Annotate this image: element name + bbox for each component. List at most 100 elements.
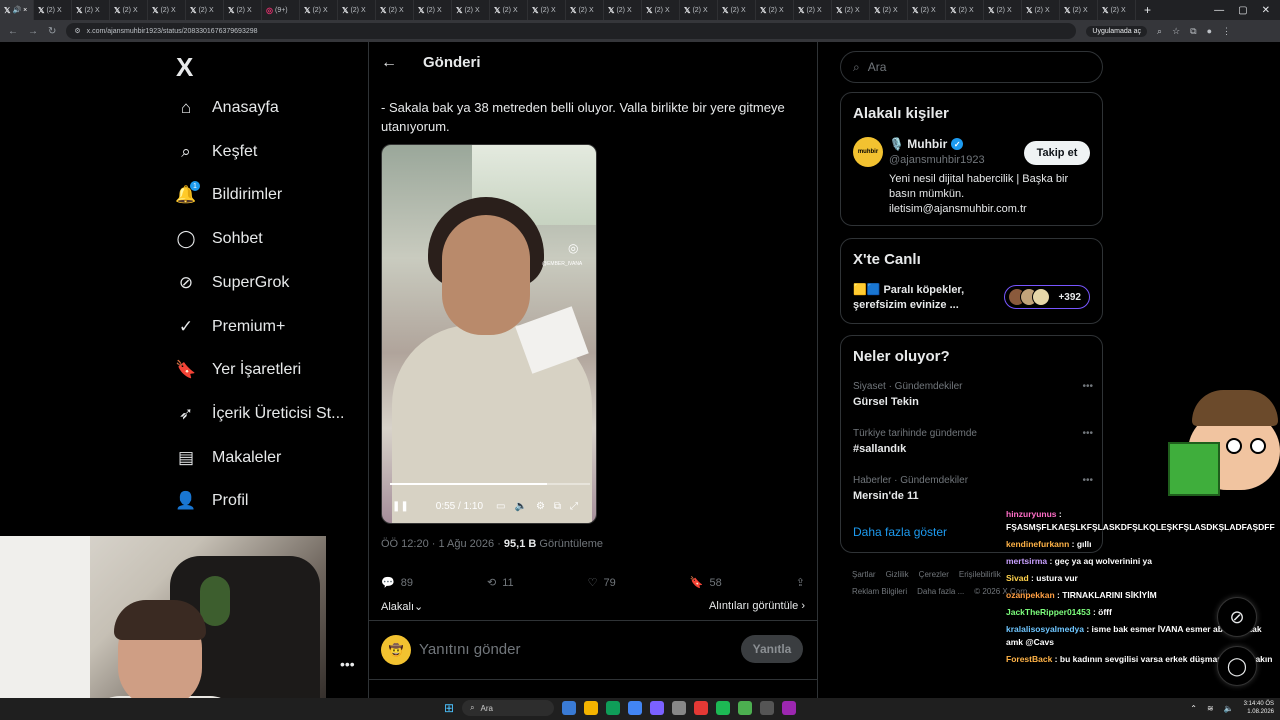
repost-action[interactable]: ⟲ 11 (487, 576, 514, 590)
zoom-icon[interactable]: ⌕ (1157, 26, 1162, 37)
footer-link[interactable]: Reklam Bilgileri (852, 587, 907, 596)
nav-item-anasayfa[interactable]: ⌂ Anasayfa (176, 98, 279, 118)
post-video[interactable]: ◎ @EMBER_IVANA ❚❚ 0:55 / 1:10 ▭ 🔈 ⚙ ⧉ ⤢ (381, 144, 597, 524)
x-home-logo[interactable]: X (176, 52, 193, 83)
nav-item-makaleler[interactable]: ▤ Makaleler (176, 448, 281, 468)
nav-item-supergrok[interactable]: ⊘ SuperGrok (176, 273, 290, 293)
address-bar[interactable]: ⚙ x.com/ajansmuhbir1923/status/208330167… (66, 23, 1077, 39)
more-options-icon[interactable]: ••• (340, 656, 355, 672)
browser-tab[interactable]: 𝕏 (2) X (718, 0, 756, 20)
taskbar-app-icon[interactable] (694, 701, 709, 715)
browser-tab[interactable]: 𝕏 (2) X (34, 0, 72, 20)
reply-action[interactable]: 💬 89 (381, 576, 413, 590)
taskbar-app-icon[interactable] (672, 701, 687, 715)
browser-tab[interactable]: 𝕏 (2) X (1098, 0, 1136, 20)
footer-link[interactable]: Şartlar (852, 570, 876, 579)
show-more-link[interactable]: Daha fazla göster (853, 525, 947, 539)
browser-tab[interactable]: 𝕏 (2) X (756, 0, 794, 20)
browser-tab[interactable]: 𝕏 (2) X (832, 0, 870, 20)
browser-tab[interactable]: 𝕏 (2) X (566, 0, 604, 20)
account-avatar[interactable]: muhbir (853, 137, 883, 167)
footer-link[interactable]: Çerezler (919, 570, 949, 579)
browser-tab[interactable]: 𝕏 (2) X (452, 0, 490, 20)
nav-item-premium-[interactable]: ✓ Premium+ (176, 317, 285, 337)
video-progress-bar[interactable] (390, 483, 590, 485)
pip-icon[interactable]: ⧉ (554, 501, 561, 512)
user-avatar[interactable]: 🤠 (381, 635, 411, 665)
browser-tab[interactable]: 𝕏 (2) X (1022, 0, 1060, 20)
browser-tab[interactable]: 𝕏 (2) X (148, 0, 186, 20)
browser-tab[interactable]: 𝕏 (2) X (224, 0, 262, 20)
minimize-icon[interactable]: — (1214, 5, 1224, 16)
browser-tab[interactable]: 𝕏 (2) X (414, 0, 452, 20)
post-timestamp[interactable]: ÖÖ 12:20 · 1 Ağu 2026 · (381, 538, 504, 550)
browser-tab[interactable]: 𝕏 (2) X (186, 0, 224, 20)
live-space-title[interactable]: 🟨🟦 Paralı köpekler, şerefsizim evinize .… (853, 283, 993, 313)
volume-tray-icon[interactable]: 🔈 (1224, 704, 1234, 713)
browser-tab-active[interactable]: 𝕏 🔊 × (0, 0, 34, 20)
follow-button[interactable]: Takip et (1024, 141, 1090, 165)
browser-tab[interactable]: ◎ (9+) (262, 0, 300, 20)
trend-more-icon[interactable]: ••• (1082, 475, 1093, 486)
back-nav-icon[interactable]: ← (8, 26, 18, 37)
reply-input[interactable]: Yanıtını gönder (419, 641, 520, 658)
taskbar-app-icon[interactable] (606, 701, 621, 715)
fullscreen-icon[interactable]: ⤢ (570, 501, 578, 512)
account-handle[interactable]: @ajansmuhbir1923 (889, 154, 985, 166)
trend-item[interactable]: Haberler · Gündemdekiler Mersin'de 11 ••• (853, 475, 1093, 502)
wifi-icon[interactable]: ≋ (1207, 704, 1214, 713)
nav-item-i-erik-reticisi-st-[interactable]: ➶ İçerik Üreticisi St... (176, 404, 345, 424)
taskbar-app-icon[interactable] (760, 701, 775, 715)
browser-tab[interactable]: 𝕏 (2) X (376, 0, 414, 20)
menu-kebab-icon[interactable]: ⋮ (1222, 26, 1231, 37)
taskbar-app-icon[interactable] (584, 701, 599, 715)
taskbar-app-icon[interactable] (628, 701, 643, 715)
new-tab-icon[interactable]: + (1136, 3, 1159, 17)
account-name[interactable]: 🎙️ Muhbir ✓ (889, 137, 964, 151)
taskbar-app-icon[interactable] (562, 701, 577, 715)
bookmark-action[interactable]: 🔖 58 (690, 576, 722, 590)
windows-start-icon[interactable]: ⊞ (444, 701, 454, 715)
trend-more-icon[interactable]: ••• (1082, 381, 1093, 392)
browser-tab[interactable]: 𝕏 (2) X (528, 0, 566, 20)
live-listeners-badge[interactable]: +392 (1004, 285, 1090, 309)
close-window-icon[interactable]: ✕ (1262, 5, 1270, 16)
back-arrow-icon[interactable]: ← (381, 54, 397, 72)
share-action[interactable]: ⇪ (796, 576, 805, 589)
trend-more-icon[interactable]: ••• (1082, 428, 1093, 439)
browser-tab[interactable]: 𝕏 (2) X (338, 0, 376, 20)
nav-item-profil[interactable]: 👤 Profil (175, 491, 248, 511)
search-input[interactable]: ⌕ Ara (840, 51, 1103, 83)
site-info-icon[interactable]: ⚙ (74, 27, 80, 35)
extensions-icon[interactable]: ⧉ (1190, 26, 1196, 37)
browser-tab[interactable]: 𝕏 (2) X (946, 0, 984, 20)
browser-tab[interactable]: 𝕏 (2) X (680, 0, 718, 20)
nav-item-yer-i-aretleri[interactable]: 🔖 Yer İşaretleri (175, 360, 301, 380)
browser-tab[interactable]: 𝕏 (2) X (908, 0, 946, 20)
reply-button[interactable]: Yanıtla (741, 635, 803, 663)
taskbar-clock[interactable]: 3:14:40 ÖS 1.08.2026 (1244, 700, 1274, 716)
taskbar-app-icon[interactable] (650, 701, 665, 715)
forward-nav-icon[interactable]: → (28, 26, 38, 37)
browser-tab[interactable]: 𝕏 (2) X (642, 0, 680, 20)
grok-fab-icon[interactable]: ⊘ (1217, 597, 1257, 637)
browser-tab[interactable]: 𝕏 (2) X (870, 0, 908, 20)
browser-tab[interactable]: 𝕏 (2) X (1060, 0, 1098, 20)
view-quotes-link[interactable]: Alıntıları görüntüle › (709, 600, 805, 613)
maximize-icon[interactable]: ▢ (1238, 5, 1247, 16)
open-in-app-button[interactable]: Uygulamada aç (1086, 25, 1148, 37)
settings-icon[interactable]: ⚙ (536, 501, 545, 512)
footer-link[interactable]: Gizlilik (886, 570, 909, 579)
captions-icon[interactable]: ▭ (496, 501, 505, 512)
taskbar-search[interactable]: ⌕ Ara (462, 700, 555, 716)
nav-item-ke-fet[interactable]: ⌕ Keşfet (176, 142, 257, 162)
related-dropdown[interactable]: Alakalı⌄ (381, 600, 423, 613)
trend-item[interactable]: Siyaset · Gündemdekiler Gürsel Tekin ••• (853, 381, 1093, 408)
taskbar-app-icon[interactable] (782, 701, 797, 715)
pause-icon[interactable]: ❚❚ (392, 501, 409, 512)
browser-tab[interactable]: 𝕏 (2) X (300, 0, 338, 20)
nav-item-bildirimler[interactable]: 🔔 1 Bildirimler (175, 181, 282, 205)
nav-item-sohbet[interactable]: ◯ Sohbet (176, 229, 262, 249)
browser-tab[interactable]: 𝕏 (2) X (72, 0, 110, 20)
profile-avatar-icon[interactable]: ● (1207, 26, 1212, 37)
